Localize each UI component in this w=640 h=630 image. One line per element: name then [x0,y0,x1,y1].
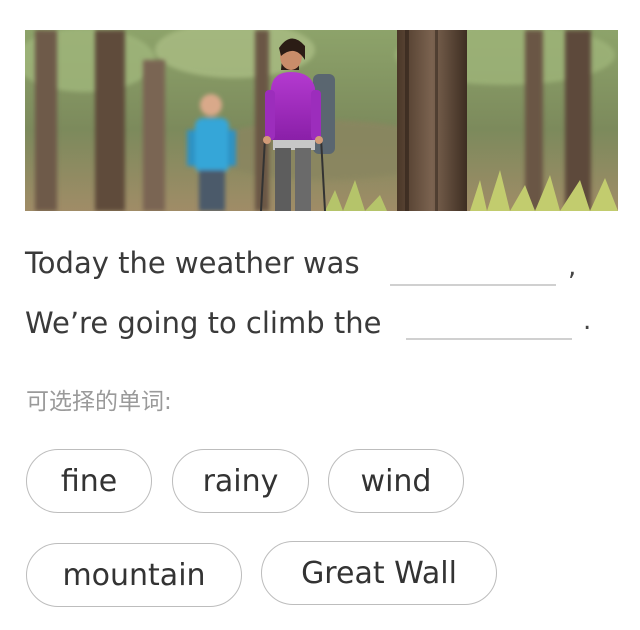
sentence-2-text: We’re going to climb the [25,306,382,340]
sentence-1-punctuation: , [568,252,577,282]
choice-fine[interactable]: fine [26,449,152,513]
choice-wind[interactable]: wind [328,449,464,513]
choice-great-wall[interactable]: Great Wall [261,541,497,605]
choice-rainy[interactable]: rainy [172,449,309,513]
sentence-1: Today the weather was [25,245,360,281]
choice-mountain[interactable]: mountain [26,543,242,607]
sentence-1-text: Today the weather was [25,246,360,280]
exercise-photo [25,30,618,211]
blank-1[interactable] [390,284,556,286]
sentence-2-punctuation: . [583,306,592,336]
blank-2[interactable] [406,338,572,340]
sentence-2: We’re going to climb the [25,305,381,341]
word-choices-label: 可选择的单词: [26,389,172,415]
